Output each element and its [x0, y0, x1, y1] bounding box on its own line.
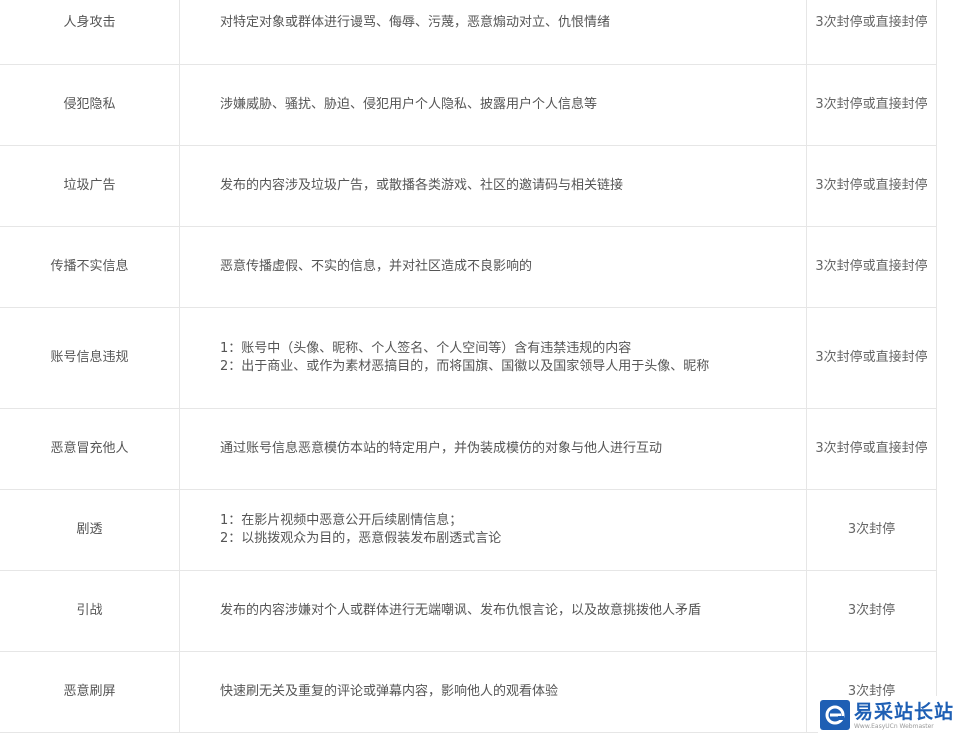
- rule-penalty: 3次封停: [806, 569, 937, 652]
- rule-description-line: 恶意传播虚假、不实的信息，并对社区造成不良影响的: [220, 258, 533, 274]
- rule-name: 恶意冒充他人: [0, 407, 180, 490]
- rule-name: 垃圾广告: [0, 144, 180, 227]
- rule-name: 恶意刷屏: [0, 650, 180, 733]
- rule-name: 账号信息违规: [0, 306, 180, 409]
- rule-description: 对特定对象或群体进行谩骂、侮辱、污蔑，恶意煽动对立、仇恨情绪: [179, 0, 807, 65]
- rule-description-line: 1：在影片视频中恶意公开后续剧情信息；: [220, 512, 463, 528]
- rule-name: 传播不实信息: [0, 225, 180, 308]
- watermark-subtitle: Www.EasyUCn Webmaster: [854, 722, 934, 730]
- rule-description: 1：在影片视频中恶意公开后续剧情信息； 2：以挑拨观众为目的，恶意假装发布剧透式…: [179, 488, 807, 571]
- rule-name: 侵犯隐私: [0, 63, 180, 146]
- rule-description: 通过账号信息恶意模仿本站的特定用户，并伪装成模仿的对象与他人进行互动: [179, 407, 807, 490]
- rule-description-line: 快速刷无关及重复的评论或弹幕内容，影响他人的观看体验: [220, 683, 559, 699]
- rule-penalty: 3次封停或直接封停: [806, 144, 937, 227]
- table-row: 恶意冒充他人 通过账号信息恶意模仿本站的特定用户，并伪装成模仿的对象与他人进行互…: [0, 407, 937, 490]
- rule-description: 快速刷无关及重复的评论或弹幕内容，影响他人的观看体验: [179, 650, 807, 733]
- rule-penalty: 3次封停或直接封停: [806, 407, 937, 490]
- table-row: 引战 发布的内容涉嫌对个人或群体进行无端嘲讽、发布仇恨言论，以及故意挑拨他人矛盾…: [0, 569, 937, 652]
- rule-name: 人身攻击: [0, 0, 180, 65]
- rule-name: 剧透: [0, 488, 180, 571]
- table-row: 恶意刷屏 快速刷无关及重复的评论或弹幕内容，影响他人的观看体验 3次封停: [0, 650, 937, 733]
- rules-table: 人身攻击 对特定对象或群体进行谩骂、侮辱、污蔑，恶意煽动对立、仇恨情绪 3次封停…: [0, 0, 937, 733]
- rule-description: 发布的内容涉嫌对个人或群体进行无端嘲讽、发布仇恨言论，以及故意挑拨他人矛盾: [179, 569, 807, 652]
- rule-description: 发布的内容涉及垃圾广告，或散播各类游戏、社区的邀请码与相关链接: [179, 144, 807, 227]
- rule-description-line: 发布的内容涉嫌对个人或群体进行无端嘲讽、发布仇恨言论，以及故意挑拨他人矛盾: [220, 602, 702, 618]
- rule-description: 1：账号中（头像、昵称、个人签名、个人空间等）含有违禁违规的内容 2：出于商业、…: [179, 306, 807, 409]
- rule-penalty: 3次封停或直接封停: [806, 0, 937, 65]
- table-row: 人身攻击 对特定对象或群体进行谩骂、侮辱、污蔑，恶意煽动对立、仇恨情绪 3次封停…: [0, 0, 937, 65]
- rule-description-line: 涉嫌威胁、骚扰、胁迫、侵犯用户个人隐私、披露用户个人信息等: [220, 96, 598, 112]
- rule-penalty: 3次封停或直接封停: [806, 225, 937, 308]
- rule-penalty: 3次封停: [806, 488, 937, 571]
- watermark-title: 易采站长站: [854, 700, 955, 723]
- rule-description: 恶意传播虚假、不实的信息，并对社区造成不良影响的: [179, 225, 807, 308]
- rule-penalty: 3次封停或直接封停: [806, 306, 937, 409]
- rule-description-line: 通过账号信息恶意模仿本站的特定用户，并伪装成模仿的对象与他人进行互动: [220, 440, 663, 456]
- table-row: 传播不实信息 恶意传播虚假、不实的信息，并对社区造成不良影响的 3次封停或直接封…: [0, 225, 937, 308]
- table-row: 垃圾广告 发布的内容涉及垃圾广告，或散播各类游戏、社区的邀请码与相关链接 3次封…: [0, 144, 937, 227]
- rule-name: 引战: [0, 569, 180, 652]
- table-row: 剧透 1：在影片视频中恶意公开后续剧情信息； 2：以挑拨观众为目的，恶意假装发布…: [0, 488, 937, 571]
- table-row: 侵犯隐私 涉嫌威胁、骚扰、胁迫、侵犯用户个人隐私、披露用户个人信息等 3次封停或…: [0, 63, 937, 146]
- rule-description-line: 对特定对象或群体进行谩骂、侮辱、污蔑，恶意煽动对立、仇恨情绪: [220, 15, 611, 31]
- e-logo-icon: [820, 700, 850, 730]
- rule-description-line: 2：出于商业、或作为素材恶搞目的，而将国旗、国徽以及国家领导人用于头像、昵称: [220, 358, 710, 374]
- watermark-text: 易采站长站 Www.EasyUCn Webmaster: [854, 701, 954, 730]
- rule-description: 涉嫌威胁、骚扰、胁迫、侵犯用户个人隐私、披露用户个人信息等: [179, 63, 807, 146]
- rule-penalty: 3次封停或直接封停: [806, 63, 937, 146]
- table-row: 账号信息违规 1：账号中（头像、昵称、个人签名、个人空间等）含有违禁违规的内容 …: [0, 306, 937, 409]
- rule-description-line: 1：账号中（头像、昵称、个人签名、个人空间等）含有违禁违规的内容: [220, 340, 632, 356]
- rule-description-line: 2：以挑拨观众为目的，恶意假装发布剧透式言论: [220, 530, 502, 546]
- watermark: 易采站长站 Www.EasyUCn Webmaster: [818, 696, 956, 734]
- rule-description-line: 发布的内容涉及垃圾广告，或散播各类游戏、社区的邀请码与相关链接: [220, 177, 624, 193]
